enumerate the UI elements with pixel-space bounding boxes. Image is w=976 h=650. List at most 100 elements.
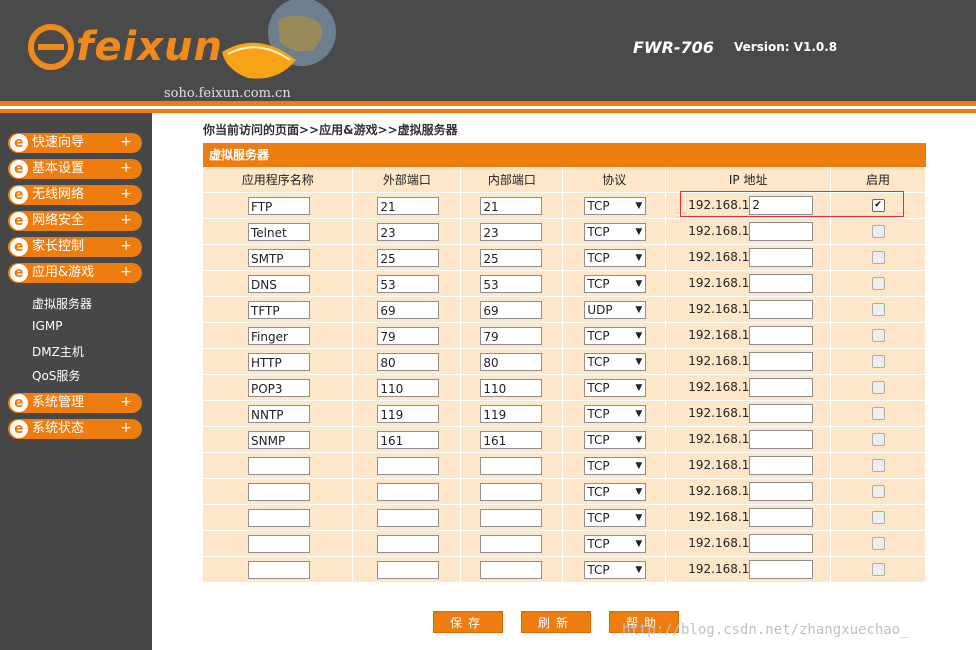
- internal-port-input[interactable]: 69: [480, 300, 543, 319]
- app-name-input[interactable]: [248, 534, 310, 553]
- external-port-input[interactable]: [377, 456, 440, 475]
- protocol-select[interactable]: TCP ▼: [584, 196, 647, 215]
- submenu-item-igmp[interactable]: IGMP: [32, 319, 62, 333]
- protocol-select[interactable]: TCP ▼: [584, 248, 647, 267]
- external-port-input[interactable]: 25: [377, 248, 440, 267]
- external-port-input[interactable]: [377, 508, 440, 527]
- protocol-select[interactable]: TCP ▼: [584, 404, 647, 423]
- internal-port-input[interactable]: 21: [480, 196, 543, 215]
- app-name-input[interactable]: TFTP: [248, 300, 310, 319]
- enable-checkbox[interactable]: [871, 485, 885, 498]
- app-name-input[interactable]: DNS: [248, 274, 310, 293]
- external-port-input[interactable]: [377, 482, 440, 501]
- app-name-input[interactable]: [248, 560, 310, 579]
- sidebar-item-apps-games[interactable]: e 应用&游戏 +: [8, 263, 142, 283]
- enable-checkbox[interactable]: [871, 251, 885, 264]
- protocol-select[interactable]: TCP ▼: [584, 430, 647, 449]
- protocol-select[interactable]: TCP ▼: [584, 456, 647, 475]
- ip-last-octet-input[interactable]: [749, 560, 814, 579]
- internal-port-input[interactable]: 79: [480, 326, 543, 345]
- ip-last-octet-input[interactable]: [749, 378, 814, 397]
- protocol-select[interactable]: TCP ▼: [584, 378, 647, 397]
- protocol-select[interactable]: TCP ▼: [584, 326, 647, 345]
- external-port-input[interactable]: 119: [377, 404, 440, 423]
- enable-checkbox[interactable]: [871, 433, 885, 446]
- refresh-button[interactable]: 刷新: [521, 611, 591, 633]
- sidebar-item-network-security[interactable]: e 网络安全 +: [8, 211, 142, 231]
- sidebar-item-parental-control[interactable]: e 家长控制 +: [8, 237, 142, 257]
- external-port-input[interactable]: 161: [377, 430, 440, 449]
- enable-checkbox[interactable]: [871, 407, 885, 420]
- enable-checkbox[interactable]: [871, 277, 885, 290]
- app-name-input[interactable]: FTP: [248, 196, 310, 215]
- app-name-input[interactable]: POP3: [248, 378, 310, 397]
- ip-last-octet-input[interactable]: [749, 300, 814, 319]
- ip-last-octet-input[interactable]: [749, 352, 814, 371]
- protocol-select[interactable]: TCP ▼: [584, 352, 647, 371]
- protocol-select[interactable]: UDP ▼: [584, 300, 647, 319]
- sidebar-item-quick-wizard[interactable]: e 快速向导 +: [8, 133, 142, 153]
- internal-port-input[interactable]: [480, 508, 543, 527]
- internal-port-input[interactable]: 53: [480, 274, 543, 293]
- sidebar-item-basic-settings[interactable]: e 基本设置 +: [8, 159, 142, 179]
- submenu-item-qos[interactable]: QoS服务: [32, 367, 80, 384]
- ip-last-octet-input[interactable]: [749, 248, 814, 267]
- internal-port-input[interactable]: 119: [480, 404, 543, 423]
- ip-last-octet-input[interactable]: [749, 456, 814, 475]
- enable-checkbox[interactable]: [871, 563, 885, 576]
- app-name-input[interactable]: [248, 482, 310, 501]
- app-name-input[interactable]: Telnet: [248, 222, 310, 241]
- sidebar-item-wireless[interactable]: e 无线网络 +: [8, 185, 142, 205]
- enable-checkbox[interactable]: [871, 329, 885, 342]
- internal-port-input[interactable]: [480, 482, 543, 501]
- internal-port-input[interactable]: 23: [480, 222, 543, 241]
- submenu-item-dmz[interactable]: DMZ主机: [32, 343, 84, 360]
- save-button[interactable]: 保存: [433, 611, 503, 633]
- submenu-item-virtual-server[interactable]: 虚拟服务器: [32, 295, 92, 312]
- internal-port-input[interactable]: 25: [480, 248, 543, 267]
- ip-last-octet-input[interactable]: [749, 326, 814, 345]
- internal-port-input[interactable]: 110: [480, 378, 543, 397]
- enable-checkbox[interactable]: [871, 537, 885, 550]
- internal-port-input[interactable]: [480, 456, 543, 475]
- enable-checkbox[interactable]: [871, 511, 885, 524]
- external-port-input[interactable]: 53: [377, 274, 440, 293]
- ip-last-octet-input[interactable]: [749, 534, 814, 553]
- internal-port-input[interactable]: 80: [480, 352, 543, 371]
- external-port-input[interactable]: 80: [377, 352, 440, 371]
- internal-port-input[interactable]: 161: [480, 430, 543, 449]
- enable-checkbox[interactable]: [871, 303, 885, 316]
- protocol-select[interactable]: TCP ▼: [584, 560, 647, 579]
- app-name-input[interactable]: SNMP: [248, 430, 310, 449]
- app-name-input[interactable]: [248, 508, 310, 527]
- external-port-input[interactable]: 79: [377, 326, 440, 345]
- ip-last-octet-input[interactable]: [749, 404, 814, 423]
- ip-last-octet-input[interactable]: [749, 482, 814, 501]
- protocol-select[interactable]: TCP ▼: [584, 222, 647, 241]
- internal-port-input[interactable]: [480, 534, 543, 553]
- ip-last-octet-input[interactable]: [749, 508, 814, 527]
- protocol-select[interactable]: TCP ▼: [584, 508, 647, 527]
- protocol-select[interactable]: TCP ▼: [584, 482, 647, 501]
- app-name-input[interactable]: Finger: [248, 326, 310, 345]
- enable-checkbox[interactable]: [871, 459, 885, 472]
- internal-port-input[interactable]: [480, 560, 543, 579]
- external-port-input[interactable]: 21: [377, 196, 440, 215]
- ip-last-octet-input[interactable]: [749, 430, 814, 449]
- external-port-input[interactable]: [377, 534, 440, 553]
- external-port-input[interactable]: 23: [377, 222, 440, 241]
- external-port-input[interactable]: 69: [377, 300, 440, 319]
- app-name-input[interactable]: [248, 456, 310, 475]
- sidebar-item-system-status[interactable]: e 系统状态 +: [8, 419, 142, 439]
- enable-checkbox[interactable]: [871, 381, 885, 394]
- app-name-input[interactable]: NNTP: [248, 404, 310, 423]
- ip-last-octet-input[interactable]: [749, 274, 814, 293]
- external-port-input[interactable]: 110: [377, 378, 440, 397]
- ip-last-octet-input[interactable]: [749, 222, 814, 241]
- protocol-select[interactable]: TCP ▼: [584, 274, 647, 293]
- enable-checkbox[interactable]: [871, 355, 885, 368]
- app-name-input[interactable]: SMTP: [248, 248, 310, 267]
- sidebar-item-system-management[interactable]: e 系统管理 +: [8, 393, 142, 413]
- external-port-input[interactable]: [377, 560, 440, 579]
- enable-checkbox[interactable]: [871, 225, 885, 238]
